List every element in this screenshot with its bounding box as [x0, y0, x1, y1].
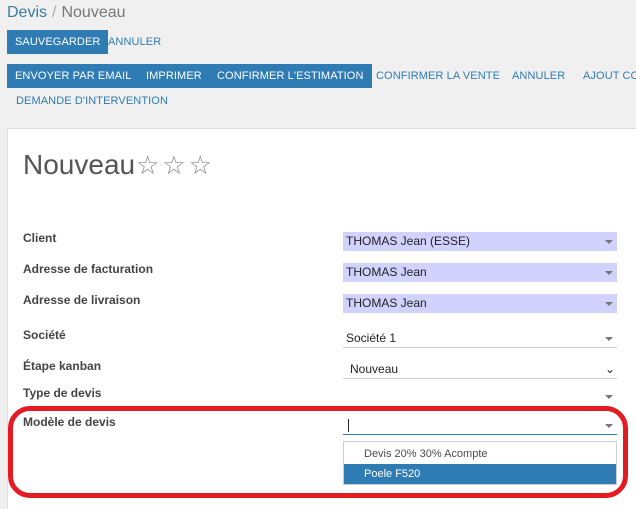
caret-down-icon[interactable] [605, 395, 613, 399]
quote-type-field[interactable] [343, 387, 617, 406]
caret-down-icon[interactable] [605, 271, 613, 275]
save-button[interactable]: SAUVEGARDER [7, 30, 109, 54]
template-label: Modèle de devis [23, 415, 116, 429]
add-co-button[interactable]: AJOUT CO [579, 64, 636, 88]
confirm-estimate-button[interactable]: CONFIRMER L'ESTIMATION [209, 64, 372, 88]
shipping-address-field[interactable]: THOMAS Jean [343, 294, 617, 313]
print-button[interactable]: IMPRIMER [138, 64, 210, 88]
quote-type-label: Type de devis [23, 386, 102, 400]
kanban-stage-value: Nouveau [350, 362, 399, 376]
billing-address-field[interactable]: THOMAS Jean [343, 263, 617, 282]
text-cursor [348, 419, 349, 433]
client-value: THOMAS Jean (ESSE) [346, 234, 471, 248]
kanban-stage-label: Étape kanban [23, 359, 102, 373]
caret-down-icon[interactable] [605, 240, 613, 244]
company-value: Société 1 [346, 331, 397, 345]
billing-address-value: THOMAS Jean [346, 265, 427, 279]
cancel-button[interactable]: ANNULER [508, 64, 569, 88]
billing-address-label: Adresse de facturation [23, 262, 154, 276]
send-email-button[interactable]: ENVOYER PAR EMAIL [7, 64, 140, 88]
confirm-sale-button[interactable]: CONFIRMER LA VENTE [372, 64, 504, 88]
client-field[interactable]: THOMAS Jean (ESSE) [343, 232, 617, 251]
kanban-stage-select[interactable]: Nouveau ⌄ [343, 360, 617, 379]
shipping-address-value: THOMAS Jean [346, 296, 427, 310]
breadcrumb-current: Nouveau [61, 4, 126, 21]
breadcrumb-separator: / [52, 4, 57, 21]
company-label: Société [23, 328, 66, 342]
template-option-highlighted[interactable]: Poele F520 [344, 464, 616, 484]
template-option[interactable]: Devis 20% 30% Acompte [344, 444, 616, 464]
template-input[interactable] [343, 416, 617, 435]
breadcrumb: Devis / Nouveau [7, 4, 126, 22]
caret-down-icon[interactable] [605, 302, 613, 306]
form-sheet: Nouveau ☆☆☆ Client THOMAS Jean (ESSE) Ad… [7, 128, 636, 509]
shipping-address-label: Adresse de livraison [23, 293, 141, 307]
template-dropdown: Devis 20% 30% Acompte Poele F520 [343, 441, 617, 485]
chevron-down-icon[interactable]: ⌄ [605, 360, 615, 379]
caret-down-icon[interactable] [605, 424, 613, 428]
intervention-request-button[interactable]: DEMANDE D'INTERVENTION [12, 89, 172, 113]
record-title: Nouveau [23, 149, 136, 180]
priority-stars-icon[interactable]: ☆☆☆ [136, 150, 215, 181]
breadcrumb-devis-link[interactable]: Devis [7, 4, 47, 21]
client-label: Client [23, 231, 57, 245]
discard-button[interactable]: ANNULER [104, 30, 165, 54]
caret-down-icon[interactable] [605, 337, 613, 341]
company-field[interactable]: Société 1 [343, 329, 617, 348]
